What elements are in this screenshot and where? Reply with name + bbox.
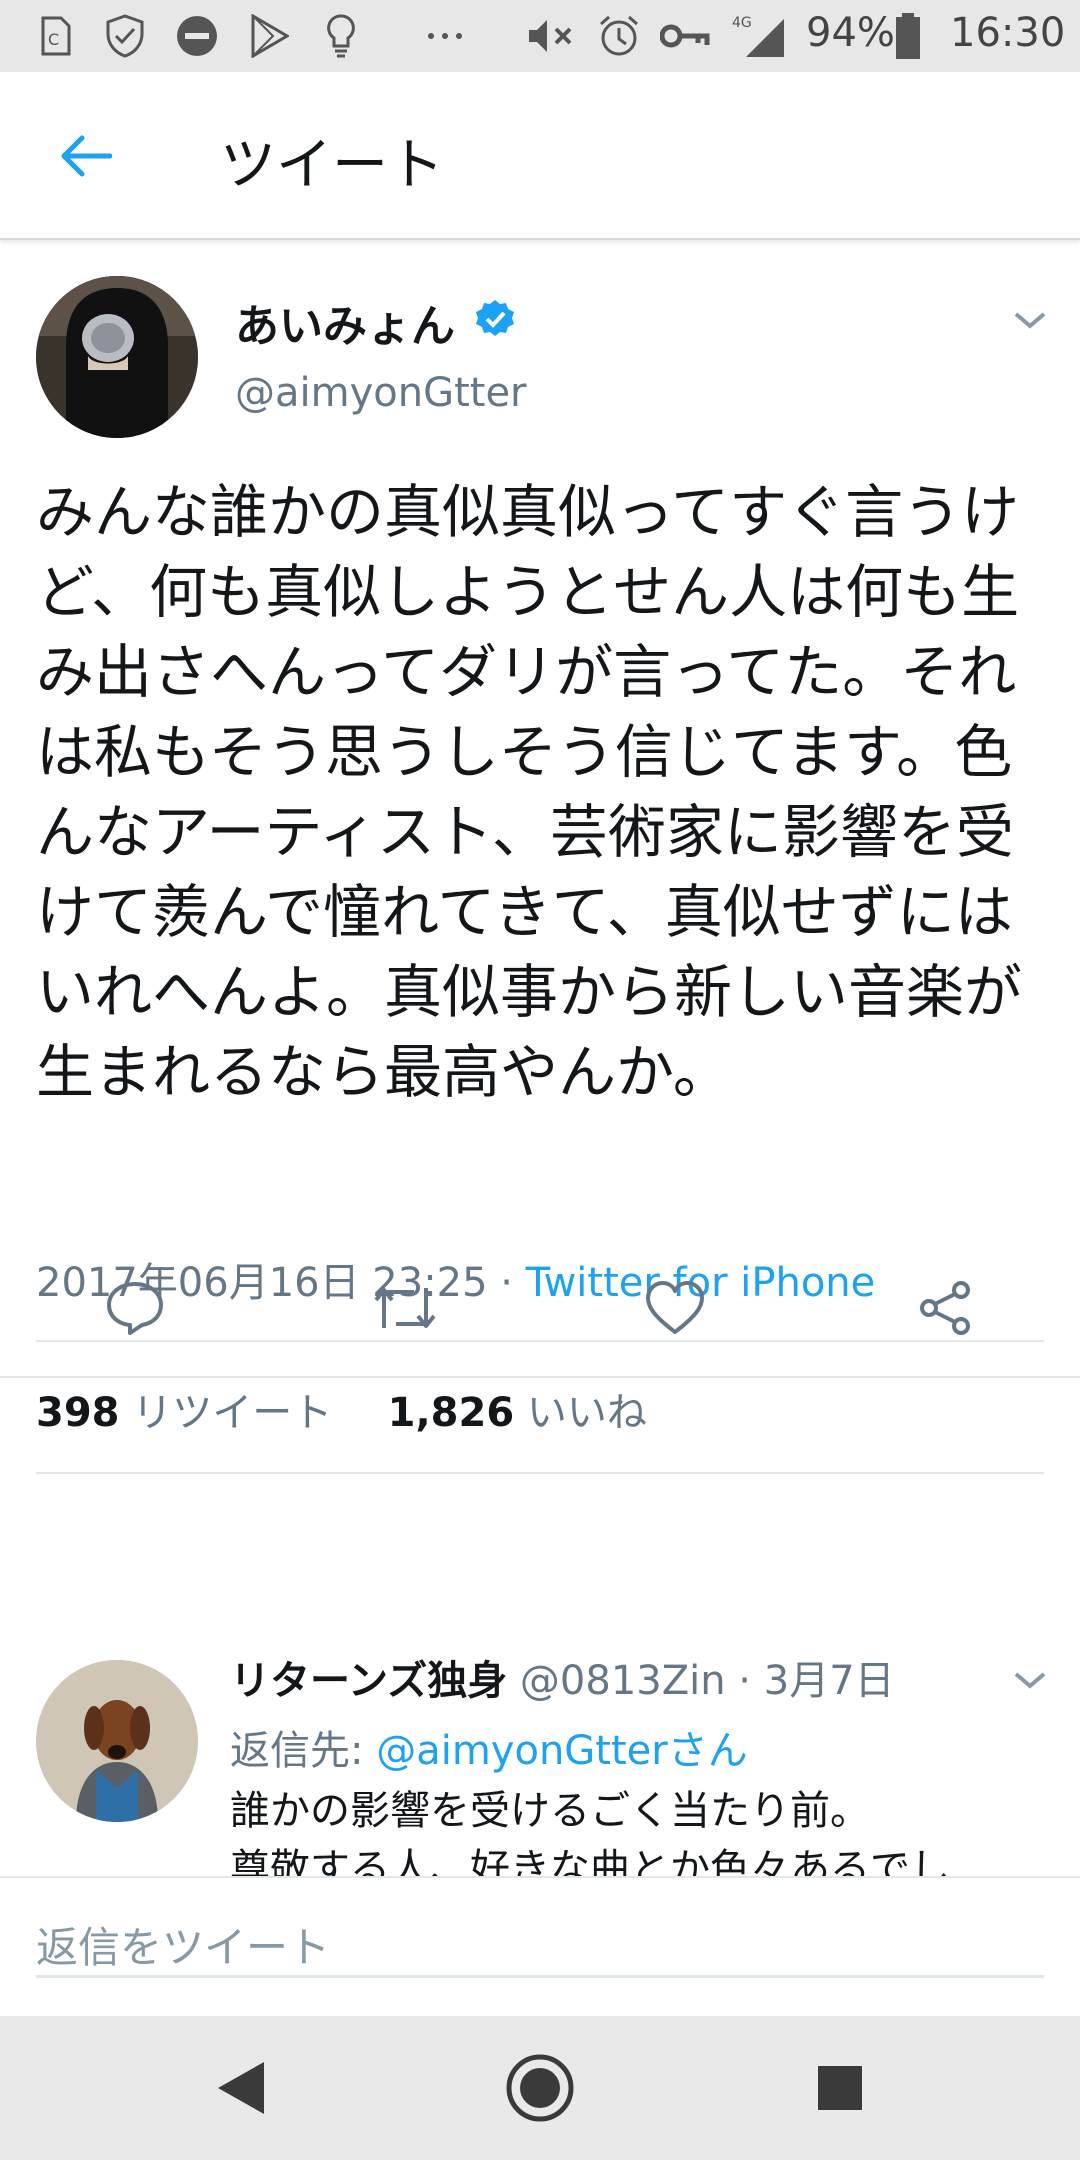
status-bar: C 4G 94% 16:30: [0, 0, 1080, 72]
retweet-button[interactable]: [365, 1268, 445, 1348]
shield-check-icon: [100, 12, 150, 60]
user-handle[interactable]: @aimyonGtter: [235, 370, 527, 416]
signal-icon: 4G: [730, 12, 790, 60]
like-button[interactable]: [635, 1268, 715, 1348]
reply-button[interactable]: [95, 1268, 175, 1348]
back-arrow-icon: [61, 135, 112, 177]
compose-bar: 返信をツイート: [0, 1876, 1080, 2016]
nav-home-button[interactable]: [500, 2048, 580, 2128]
play-store-icon: [244, 12, 294, 60]
svg-text:C: C: [48, 30, 59, 49]
tweet-actions: [0, 1268, 1080, 1368]
heart-icon: [646, 1281, 704, 1334]
clock: 16:30: [950, 10, 1066, 56]
meta-separator: ·: [725, 1658, 764, 1704]
mute-icon: [526, 12, 576, 60]
sim-icon: C: [30, 12, 80, 60]
app-header: ツイート: [0, 72, 1080, 240]
bulb-icon: [316, 12, 366, 60]
home-circle-icon: [506, 2054, 574, 2122]
reply-icon: [107, 1282, 163, 1335]
reply-to-mention[interactable]: @aimyonGtterさん: [376, 1728, 748, 1774]
share-icon: [920, 1281, 970, 1335]
battery-percent: 94%: [806, 10, 895, 56]
back-triangle-icon: [218, 2062, 264, 2114]
network-type-label: 4G: [732, 15, 752, 31]
reply-header: リターンズ独身 @0813Zin · 3月7日: [230, 1648, 895, 1706]
reply-handle[interactable]: @0813Zin: [520, 1658, 726, 1704]
system-nav-bar: [0, 2016, 1080, 2160]
reply-to-line: 返信先: @aimyonGtterさん: [230, 1718, 748, 1776]
nav-recents-button[interactable]: [800, 2048, 880, 2128]
nav-back-button[interactable]: [200, 2048, 280, 2128]
display-name[interactable]: あいみょん: [235, 290, 455, 354]
reply-display-name[interactable]: リターンズ独身: [230, 1658, 507, 1704]
do-not-disturb-icon: [172, 12, 222, 60]
back-button[interactable]: [48, 120, 120, 192]
recents-square-icon: [818, 2066, 862, 2110]
reply-text: 誰かの影響を受けるごく当たり前。 尊敬する人、好きな曲とか色々あるでし: [230, 1782, 1060, 1876]
reply-to-label: 返信先:: [230, 1728, 377, 1774]
chevron-down-icon[interactable]: [1006, 300, 1054, 340]
reply-date: 3月7日: [763, 1658, 895, 1704]
verified-badge-icon: [474, 298, 516, 340]
key-icon: [660, 12, 710, 60]
reply-compose-input[interactable]: 返信をツイート: [36, 1914, 1044, 1978]
battery-icon: [892, 12, 924, 60]
reply-text-line: 尊敬する人、好きな曲とか色々あるでし: [230, 1846, 950, 1876]
retweet-icon: [374, 1288, 436, 1328]
avatar[interactable]: [36, 276, 198, 438]
reply-text-line: 誰かの影響を受けるごく当たり前。: [230, 1788, 870, 1834]
page-title: ツイート: [220, 133, 444, 198]
more-dots-icon: [420, 12, 470, 60]
share-button[interactable]: [905, 1268, 985, 1348]
tweet-text: みんな誰かの真似真似ってすぐ言うけど、何も真似しようとせん人は何も生み出さへんっ…: [36, 478, 1023, 1106]
chevron-down-icon[interactable]: [1006, 1660, 1054, 1700]
alarm-icon: [594, 12, 644, 60]
avatar[interactable]: [36, 1660, 198, 1822]
